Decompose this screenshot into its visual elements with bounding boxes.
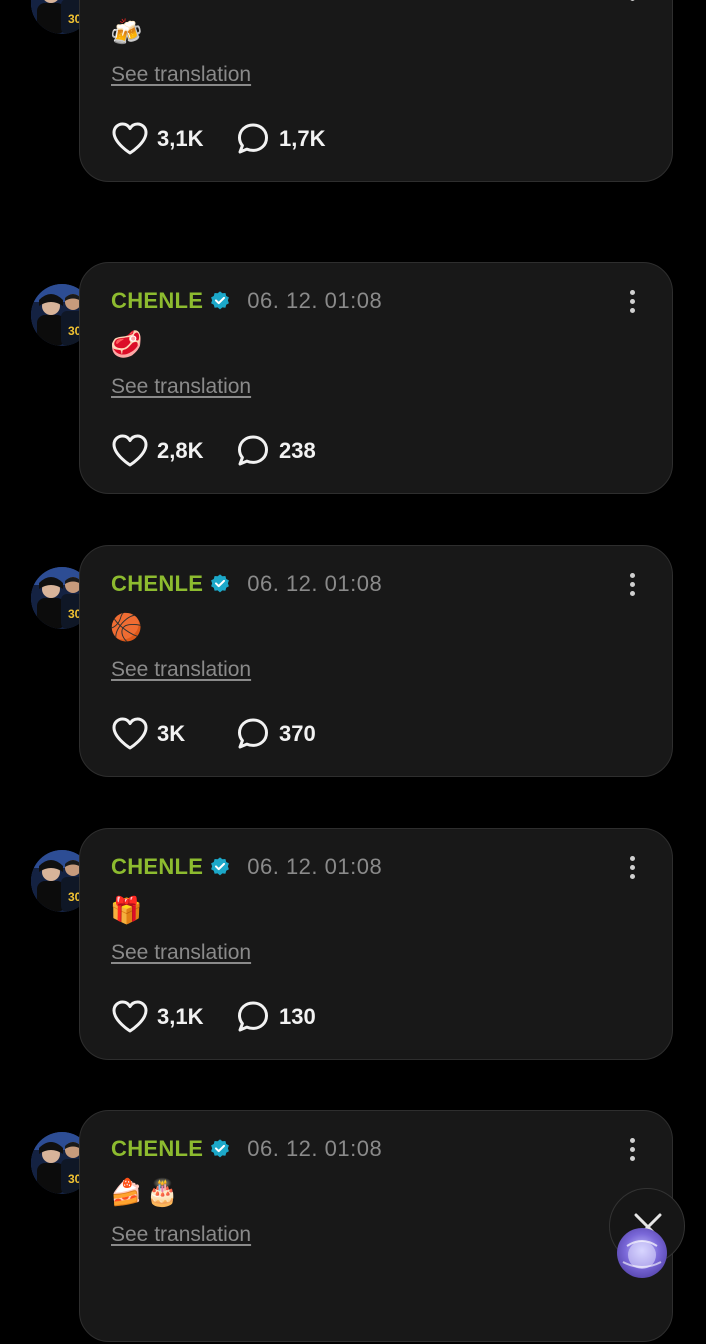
verified-badge-icon [211,1139,230,1158]
like-count: 3K [157,721,186,746]
post-card[interactable]: CHENLE 06. 12. 01:09 🍻 See translation 3… [79,0,673,182]
heart-icon [112,434,148,467]
emoji: 🎁 [110,895,143,925]
post: 30 CHENLE 06. 12. 01:09 🍻 See translatio… [0,0,706,184]
post-card[interactable]: CHENLE 06. 12. 01:08 🍰 🎂 See translation [79,1110,673,1342]
post: 30 CHENLE 06. 12. 01:08 🥩 See translatio… [0,262,706,496]
post-header: CHENLE 06. 12. 01:09 [111,0,382,3]
comment-bubble-icon [238,435,268,466]
username[interactable]: CHENLE [111,0,203,2]
timestamp: 06. 12. 01:08 [247,854,383,879]
more-options-icon[interactable] [620,287,644,315]
emoji: 🍻 [110,17,143,47]
more-options-icon[interactable] [620,0,644,3]
post-header: CHENLE 06. 12. 01:08 [111,1135,382,1163]
comment-button[interactable]: 238 [235,433,316,469]
see-translation-link[interactable]: See translation [111,63,251,87]
comment-count: 238 [279,438,316,463]
heart-icon [112,717,148,750]
post-actions: 3,1K 1,7K [111,119,325,159]
post-header: CHENLE 06. 12. 01:08 [111,287,382,315]
username[interactable]: CHENLE [111,288,203,314]
like-button[interactable]: 2,8K [111,433,235,469]
timestamp: 06. 12. 01:08 [247,288,383,313]
post-actions: 2,8K 238 [111,431,316,471]
username[interactable]: CHENLE [111,571,203,597]
post: 30 CHENLE 06. 12. 01:08 🎁 See translatio… [0,828,706,1062]
see-translation-link[interactable]: See translation [111,941,251,965]
post-content: 🍰 🎂 [110,1175,179,1209]
post-content: 🏀 [110,610,142,644]
comment-button[interactable]: 370 [235,716,316,752]
see-translation-link[interactable]: See translation [111,1223,251,1247]
post-actions: 3K 370 [111,714,316,754]
verified-badge-icon [211,574,230,593]
more-options-icon[interactable] [620,1135,644,1163]
comment-bubble-icon [238,1001,268,1032]
post: 30 CHENLE 06. 12. 01:08 🍰 🎂 See translati… [0,1110,706,1344]
see-translation-link[interactable]: See translation [111,375,251,399]
emoji: 🎂 [146,1177,179,1207]
post-content: 🥩 [110,327,142,361]
post-card[interactable]: CHENLE 06. 12. 01:08 🥩 See translation 2… [79,262,673,494]
see-translation-link[interactable]: See translation [111,658,251,682]
verified-badge-icon [211,291,230,310]
like-count: 2,8K [157,438,204,463]
comment-count: 1,7K [279,126,326,151]
like-button[interactable]: 3K [111,716,235,752]
comment-count: 130 [279,1004,316,1029]
like-button[interactable]: 3,1K [111,121,235,157]
post: 30 CHENLE 06. 12. 01:08 🏀 See translatio… [0,545,706,779]
fan-avatar-image [622,1240,662,1269]
post-actions: 3,1K 130 [111,997,316,1037]
comment-bubble-icon [238,123,268,154]
fan-avatar[interactable] [617,1228,667,1278]
comment-button[interactable]: 1,7K [235,121,325,157]
timestamp: 06. 12. 01:09 [247,0,382,2]
username[interactable]: CHENLE [111,1136,203,1162]
timestamp: 06. 12. 01:08 [247,1136,383,1161]
comment-button[interactable]: 130 [235,999,316,1035]
like-count: 3,1K [157,126,204,151]
emoji: 🏀 [110,612,143,642]
comment-bubble-icon [238,718,268,749]
post-card[interactable]: CHENLE 06. 12. 01:08 🏀 See translation 3… [79,545,673,777]
verified-badge-icon [211,857,230,876]
more-options-icon[interactable] [620,853,644,881]
emoji: 🍰 [110,1177,143,1207]
post-card[interactable]: CHENLE 06. 12. 01:08 🎁 See translation 3… [79,828,673,1060]
more-options-icon[interactable] [620,570,644,598]
timestamp: 06. 12. 01:08 [247,571,383,596]
username[interactable]: CHENLE [111,854,203,880]
comment-count: 370 [279,721,316,746]
like-button[interactable]: 3,1K [111,999,235,1035]
post-content: 🎁 [110,893,142,927]
post-header: CHENLE 06. 12. 01:08 [111,853,382,881]
emoji: 🥩 [110,329,143,359]
heart-icon [112,122,148,155]
like-count: 3,1K [157,1004,204,1029]
post-header: CHENLE 06. 12. 01:08 [111,570,382,598]
post-content: 🍻 [110,15,142,49]
heart-icon [112,1000,148,1033]
